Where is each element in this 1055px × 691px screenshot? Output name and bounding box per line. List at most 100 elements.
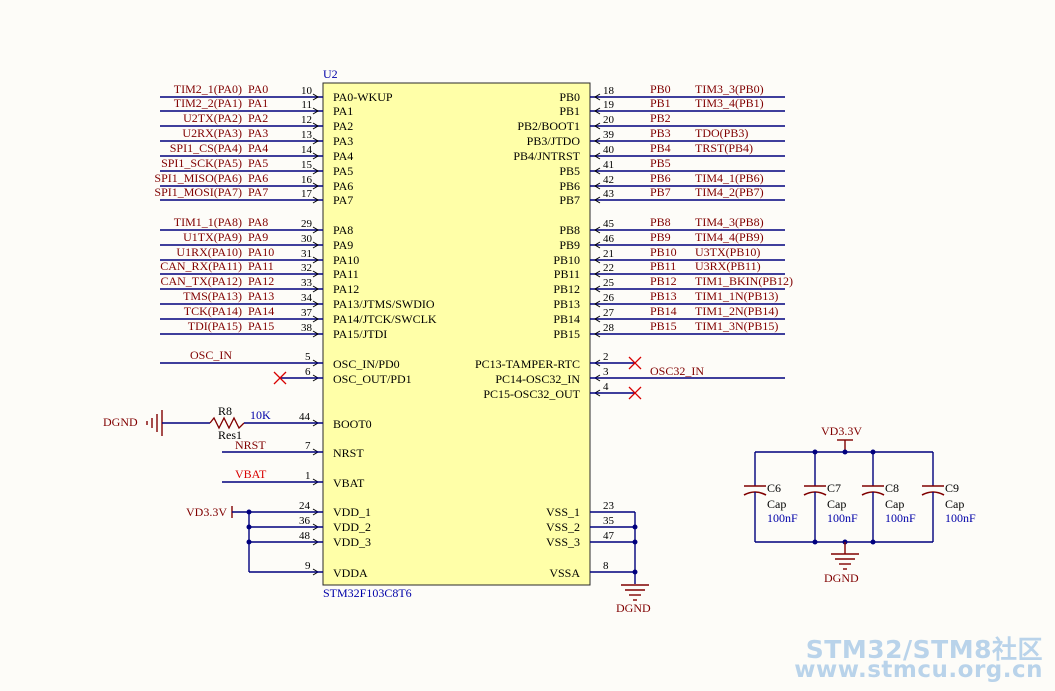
junction-dot [246, 524, 252, 530]
port-label: PA6 [248, 171, 268, 185]
port-label: PA1 [248, 96, 268, 110]
pin-name: PB6 [559, 179, 580, 193]
port-label: PA5 [248, 156, 268, 170]
port-label: PB6 [650, 171, 671, 185]
port-label: PA13 [248, 289, 274, 303]
pc15-pin-name: PC15-OSC32_OUT [483, 387, 580, 401]
osc-in-pin-name: OSC_IN/PD0 [333, 357, 400, 371]
vss2-pin-number: 35 [603, 515, 615, 527]
port-label: PB7 [650, 185, 671, 199]
pc14-pin-name: PC14-OSC32_IN [495, 372, 580, 386]
net-label: TIM4_3(PB8) [695, 215, 764, 229]
osc32-in-label: OSC32_IN [650, 364, 704, 378]
ground-icon-vss [621, 584, 649, 601]
pin-number: 39 [603, 129, 615, 141]
pin-number: 13 [301, 129, 313, 141]
capacitor-value: 100nF [945, 511, 976, 525]
nrst-pin-name: NRST [333, 446, 364, 460]
nrst-pin-number: 7 [305, 440, 311, 452]
vdda-pin-name: VDDA [333, 566, 368, 580]
port-label: PB12 [650, 274, 677, 288]
net-label: U2TX(PA2) [183, 111, 242, 125]
resistor-designator: R8 [218, 404, 232, 418]
pin-number: 11 [301, 99, 312, 111]
vdd1-pin-name: VDD_1 [333, 505, 371, 519]
vdd3-pin-number: 48 [299, 530, 311, 542]
capacitor-ref: C8 [885, 481, 899, 495]
capacitor-type: Cap [827, 497, 846, 511]
pin-name: PB8 [559, 223, 580, 237]
net-label: U3RX(PB11) [695, 259, 761, 273]
vbat-label: VBAT [235, 467, 267, 481]
pin-name: PB7 [559, 193, 580, 207]
net-label: TIM4_2(PB7) [695, 185, 764, 199]
pin-name: PB3/JTDO [527, 134, 581, 148]
port-label: PA14 [248, 304, 274, 318]
pin-number: 45 [603, 218, 615, 230]
net-label: U3TX(PB10) [695, 245, 760, 259]
vdd-power-label: VD3.3V [186, 505, 227, 519]
pin-number: 17 [301, 188, 313, 200]
net-label: TDI(PA15) [188, 319, 242, 333]
capacitor-c7: C7 Cap100nF [803, 452, 858, 542]
net-label: TIM4_1(PB6) [695, 171, 764, 185]
boot0-pin-number: 44 [299, 411, 311, 423]
net-label: TIM3_4(PB1) [695, 96, 764, 110]
pin-name: PA4 [333, 149, 353, 163]
pin-number: 30 [301, 233, 313, 245]
pin-name: PA0-WKUP [333, 90, 393, 104]
osc-in-label: OSC_IN [190, 348, 232, 362]
port-label: PB3 [650, 126, 671, 140]
vbat-pin-number: 1 [305, 470, 311, 482]
capacitor-type: Cap [885, 497, 904, 511]
pin-number: 38 [301, 322, 313, 334]
port-label: PA3 [248, 126, 268, 140]
net-label: CAN_TX(PA12) [160, 274, 242, 288]
vdda-pin-number: 9 [305, 560, 311, 572]
junction-dot [632, 569, 638, 575]
pin-number: 40 [603, 144, 615, 156]
pin-number: 26 [603, 292, 615, 304]
capacitor-value: 100nF [767, 511, 798, 525]
net-label: TRST(PB4) [695, 141, 753, 155]
pin-number: 20 [603, 114, 615, 126]
port-label: PA7 [248, 185, 268, 199]
pin-name: PA6 [333, 179, 353, 193]
pin-name: PB13 [553, 297, 580, 311]
vss2-pin-name: VSS_2 [546, 520, 580, 534]
net-label: TIM1_3N(PB15) [695, 319, 778, 333]
junction-dot [632, 524, 638, 530]
net-label: TCK(PA14) [184, 304, 242, 318]
net-label: SPI1_SCK(PA5) [161, 156, 242, 170]
net-label: SPI1_CS(PA4) [170, 141, 242, 155]
net-label: TIM3_3(PB0) [695, 82, 764, 96]
net-label: TMS(PA13) [183, 289, 242, 303]
pin-name: PA2 [333, 119, 353, 133]
pin-number: 19 [603, 99, 615, 111]
right-pin-pb1: PB1 19 PB1 TIM3_4(PB1) [559, 96, 785, 118]
pin-name: PB9 [559, 238, 580, 252]
net-label: TIM4_4(PB9) [695, 230, 764, 244]
pin-name: PA15/JTDI [333, 327, 387, 341]
net-label: TIM1_1N(PB13) [695, 289, 778, 303]
pc14-pin-number: 3 [603, 366, 609, 378]
pin-name: PA11 [333, 267, 359, 281]
pin-name: PB4/JNTRST [513, 149, 580, 163]
net-label: TIM2_1(PA0) [174, 82, 242, 96]
port-label: PB11 [650, 259, 676, 273]
pin-name: PB11 [554, 267, 580, 281]
pin-name: PA9 [333, 238, 353, 252]
cap-ground-label: DGND [824, 571, 859, 585]
pin-number: 28 [603, 322, 615, 334]
capacitor-ref: C7 [827, 481, 841, 495]
vdd2-pin-number: 36 [299, 515, 311, 527]
pin-number: 32 [301, 262, 312, 274]
pin-number: 18 [603, 85, 615, 97]
vdd-net: VD3.3V 24 36 48 9 VDD_1 VDD_2 VDD_3 VDDA [186, 500, 371, 580]
net-label: CAN_RX(PA11) [160, 259, 242, 273]
net-label: TIM1_BKIN(PB12) [695, 274, 793, 288]
decoupling-capacitors: VD3.3V DGND C6Cap100nFC7Cap100nFC8Cap100… [743, 424, 976, 585]
pin-number: 27 [603, 307, 615, 319]
watermark-url: www.stmcu.org.cn [794, 657, 1043, 683]
pin-name: PB5 [559, 164, 580, 178]
